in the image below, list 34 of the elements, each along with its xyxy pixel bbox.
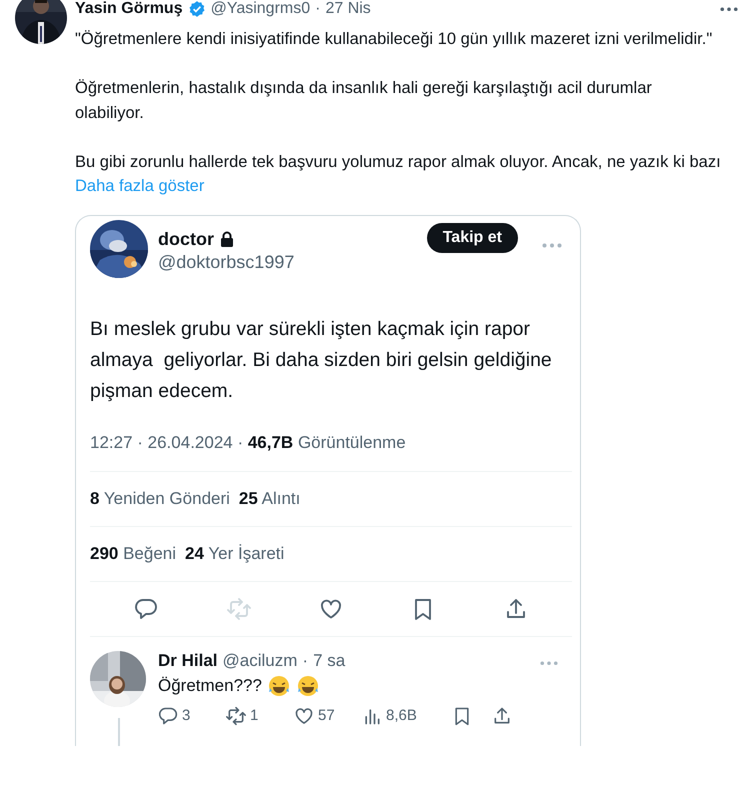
more-icon[interactable] [720,6,738,12]
reply-author-name[interactable]: Dr Hilal [158,650,218,670]
author-name[interactable]: Yasin Görmuş [75,0,183,18]
engagement-stat[interactable]: 290 Beğeni [90,544,176,564]
post-paragraph: "Öğretmenlere kendi inisiyatifinde kullanabileceği 10 gün yıllık mazeret izni verilmelidir." [75,29,714,50]
post-paragraph: Bu gibi zorunlu hallerde tek başvuru yolumuz rapor almak oluyor. Ancak, ne yazık ki bazı [75,152,722,172]
post-paragraph: Öğretmenlerin, hastalık dışında da insanlık hali gereği karşılaştığı acil durumlar olabiliyor. [75,78,653,124]
engagement-stat[interactable]: 8 Yeniden Gönderi [90,488,230,508]
reply-text: Öğretmen??? [158,674,262,696]
author-handle[interactable]: @Yasingrms0 [210,0,310,18]
post-time[interactable]: 27 Nis [325,0,371,18]
laughing-emoji-icon [296,674,320,698]
engagement-stat[interactable]: 24 Yer İşareti [185,544,284,564]
share-icon[interactable] [492,706,512,726]
reply-icon[interactable] [158,706,178,726]
reply-author-handle[interactable]: @aciluzm [222,650,298,670]
author-handle[interactable]: @doktorbsc1997 [158,250,294,274]
laughing-emoji-icon [266,674,291,698]
post-text: Bı meslek grubu var sürekli işten kaçmak için rapor almaya geliyorlar. Bi daha sizden biri gelsin geldiğine pişman edecem. [90,316,553,404]
follow-button[interactable]: Takip et [426,222,518,252]
separator: · [315,0,320,18]
reply-time[interactable]: 7 sa [313,650,346,670]
repost-icon[interactable] [226,706,246,726]
like-icon[interactable] [294,706,314,726]
action-count: 1 [250,707,258,724]
reply-icon[interactable] [134,596,158,620]
action-count: 3 [182,707,190,724]
separator: · [302,650,308,670]
post-meta: 12:27 · 26.04.2024 · 46,7B Görüntülenme [90,430,572,472]
author-name[interactable]: doctor [158,228,214,250]
action-count: 8,6B [386,707,417,724]
engagement-stat[interactable]: 25 Alıntı [238,488,300,508]
action-count: 57 [318,707,335,724]
like-icon[interactable] [318,596,343,620]
